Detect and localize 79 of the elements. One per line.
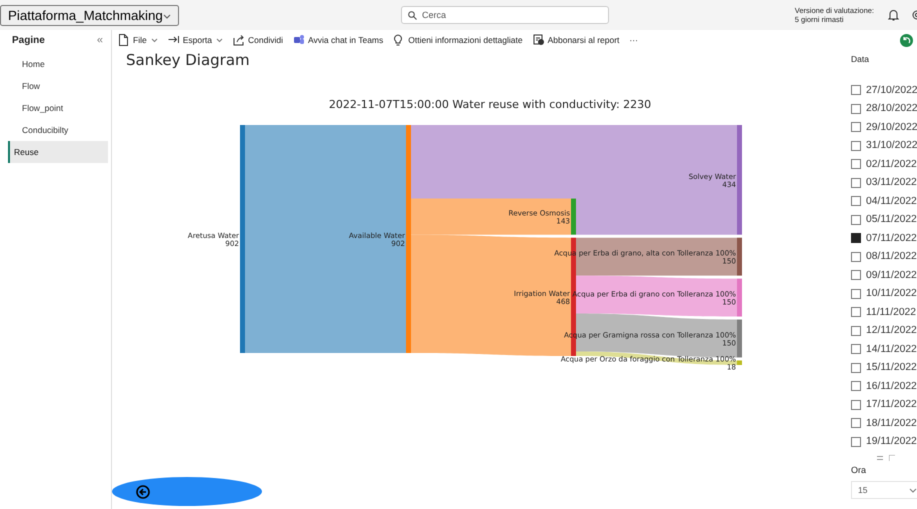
checkbox[interactable] xyxy=(851,178,861,188)
date-option[interactable]: 02/11/2022 xyxy=(851,155,917,174)
checkbox[interactable] xyxy=(851,362,861,373)
checkbox[interactable] xyxy=(851,400,861,410)
date-option[interactable]: 19/11/2022 xyxy=(851,432,917,451)
date-option[interactable]: 16/11/2022 xyxy=(851,377,917,396)
gear-icon[interactable] xyxy=(911,9,917,21)
toolbar-button[interactable]: File xyxy=(116,33,160,47)
toolbar-button[interactable]: Ottieni informazioni dettagliate xyxy=(391,33,525,47)
page-tab[interactable]: Home xyxy=(8,53,108,75)
date-option[interactable]: 11/11/2022 xyxy=(851,303,917,322)
date-option[interactable]: 07/11/2022 xyxy=(851,229,917,248)
chevron-down-icon xyxy=(909,488,917,492)
date-option[interactable]: 03/11/2022 xyxy=(851,174,917,192)
back-button[interactable] xyxy=(112,477,262,506)
hour-dropdown[interactable]: 15 xyxy=(851,481,917,499)
checkbox[interactable] xyxy=(851,196,861,206)
bell-icon[interactable] xyxy=(888,9,899,21)
checkbox[interactable] xyxy=(851,140,861,151)
date-option[interactable]: 05/11/2022 xyxy=(851,210,917,229)
pages-title: Pagine xyxy=(12,34,45,46)
arrow-icon xyxy=(168,34,179,46)
lightbulb-icon xyxy=(393,34,404,46)
page-tab[interactable]: Flow_point xyxy=(8,97,108,119)
checkbox[interactable] xyxy=(851,104,861,114)
filter-lines-icon xyxy=(877,455,883,461)
chat-icon xyxy=(292,34,304,46)
page-title: Sankey Diagram xyxy=(126,50,250,70)
checkbox[interactable] xyxy=(851,122,861,132)
report-icon xyxy=(532,34,544,46)
filter-title: Ora xyxy=(851,465,868,475)
checkbox[interactable] xyxy=(851,214,861,225)
page-tab[interactable]: Conducibilty xyxy=(8,119,108,141)
date-option[interactable]: 15/11/2022 xyxy=(851,358,917,377)
collapse-button[interactable]: « xyxy=(96,34,103,46)
date-option[interactable]: 10/11/2022 xyxy=(851,284,917,303)
date-option[interactable]: 18/11/2022 xyxy=(851,414,917,432)
checkbox[interactable] xyxy=(851,418,861,428)
search-field[interactable]: Cerca xyxy=(401,6,609,24)
app-name-dropdown[interactable]: Piattaforma_Matchmaking xyxy=(0,4,179,26)
date-option[interactable]: 08/11/2022 xyxy=(851,248,917,266)
expand-icon xyxy=(889,455,895,461)
checkbox[interactable] xyxy=(851,252,861,262)
chevron-down-icon xyxy=(162,14,171,20)
share-icon xyxy=(233,34,244,46)
checkbox[interactable] xyxy=(851,381,861,392)
page-tab[interactable]: Flow xyxy=(8,75,108,97)
date-option[interactable]: 28/10/2022 xyxy=(851,100,917,118)
date-option[interactable]: 12/11/2022 xyxy=(851,322,917,340)
checkbox[interactable] xyxy=(851,344,861,354)
filter-title: Data xyxy=(851,54,870,66)
date-option[interactable]: 14/11/2022 xyxy=(851,340,917,358)
checkbox[interactable] xyxy=(851,159,861,170)
refresh-icon[interactable] xyxy=(900,34,913,46)
search-icon xyxy=(408,11,417,20)
chevron-down-icon xyxy=(216,38,223,42)
toolbar-button[interactable]: Abbonarsi al report xyxy=(530,33,622,47)
checkbox[interactable] xyxy=(851,436,861,447)
more-button[interactable]: ··· xyxy=(627,34,640,46)
checkbox[interactable] xyxy=(851,326,861,336)
checkbox[interactable] xyxy=(851,233,861,244)
toolbar-button[interactable]: Esporta xyxy=(166,33,225,47)
date-option[interactable]: 27/10/2022 xyxy=(851,81,917,100)
document-icon xyxy=(118,34,129,46)
back-arrow-icon xyxy=(136,484,150,498)
checkbox[interactable] xyxy=(851,270,861,280)
date-option[interactable]: 09/11/2022 xyxy=(851,266,917,284)
toolbar-button[interactable]: Avvia chat in Teams xyxy=(290,33,386,47)
diagram-title: 2022-11-07T15:00:00 Water reuse with conductivity: 2230 xyxy=(328,98,652,111)
date-option[interactable]: 29/10/2022 xyxy=(851,118,917,136)
checkbox[interactable] xyxy=(851,85,861,96)
date-option[interactable]: 31/10/2022 xyxy=(851,136,917,155)
date-option[interactable]: 17/11/2022 xyxy=(851,396,917,414)
toolbar-button[interactable]: Condividi xyxy=(231,33,285,47)
page-tab[interactable]: Reuse xyxy=(8,141,108,163)
checkbox[interactable] xyxy=(851,307,861,318)
checkbox[interactable] xyxy=(851,288,861,299)
date-option[interactable]: 04/11/2022 xyxy=(851,192,917,210)
chevron-down-icon xyxy=(150,38,158,42)
